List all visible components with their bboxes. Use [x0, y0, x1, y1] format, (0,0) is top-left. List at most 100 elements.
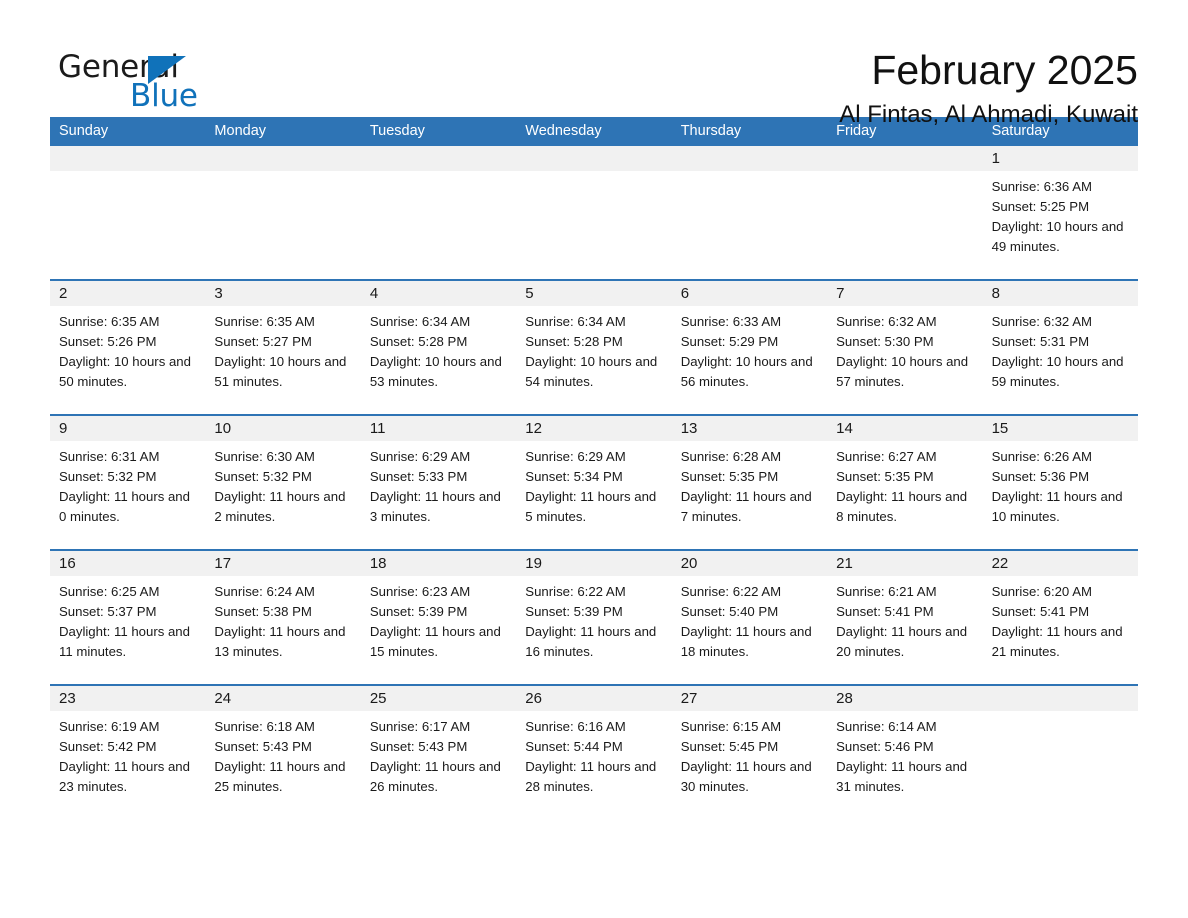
calendar-day-cell[interactable]: 5 Sunrise: 6:34 AM Sunset: 5:28 PM Daylight… [516, 281, 672, 414]
calendar-day-cell[interactable]: 6 Sunrise: 6:33 AM Sunset: 5:29 PM Daylight… [671, 281, 828, 414]
sunset-text: Sunset: 5:41 PM [836, 604, 934, 619]
sunrise-text: Sunrise: 6:15 AM [680, 719, 782, 734]
daylight-text: Daylight: 10 hours and 59 minutes. [991, 354, 1124, 389]
day-details: Sunrise: 6:16 AM Sunset: 5:44 PM Daylight:… [516, 711, 671, 797]
sunrise-text: Sunrise: 6:29 AM [369, 449, 471, 464]
day-details: Sunrise: 6:17 AM Sunset: 5:43 PM Daylight:… [361, 711, 516, 797]
sunrise-text: Sunrise: 6:32 AM [991, 314, 1092, 329]
daylight-text: Daylight: 11 hours and 3 minutes. [369, 489, 501, 524]
day-details: Sunrise: 6:23 AM Sunset: 5:39 PM Daylight:… [361, 576, 516, 662]
calendar-day-cell-empty [982, 686, 1138, 819]
day-number: 16 [50, 551, 206, 576]
daylight-text: Daylight: 11 hours and 20 minutes. [836, 624, 968, 659]
sunset-text: Sunset: 5:38 PM [214, 604, 312, 619]
calendar-day-cell[interactable]: 21 Sunrise: 6:21 AM Sunset: 5:41 PM Dayligh… [827, 551, 983, 684]
day-number [360, 146, 517, 171]
calendar-day-cell[interactable]: 26 Sunrise: 6:16 AM Sunset: 5:44 PM Dayligh… [516, 686, 672, 819]
day-number: 22 [982, 551, 1138, 576]
day-details: Sunrise: 6:29 AM Sunset: 5:33 PM Daylight:… [361, 441, 516, 527]
sunset-text: Sunset: 5:30 PM [836, 334, 934, 349]
sunset-text: Sunset: 5:40 PM [680, 604, 779, 619]
daylight-text: Daylight: 11 hours and 23 minutes. [59, 759, 190, 794]
daylight-text: Daylight: 11 hours and 10 minutes. [991, 489, 1123, 524]
sunset-text: Sunset: 5:26 PM [59, 334, 157, 349]
calendar-day-cell[interactable]: 15 Sunrise: 6:26 AM Sunset: 5:36 PM Dayligh… [982, 416, 1138, 549]
daylight-text: Daylight: 10 hours and 50 minutes. [59, 354, 191, 389]
daylight-text: Daylight: 11 hours and 15 minutes. [369, 624, 501, 659]
calendar-day-cell-empty [827, 146, 983, 279]
sunset-text: Sunset: 5:32 PM [59, 469, 157, 484]
calendar-day-cell[interactable]: 7 Sunrise: 6:32 AM Sunset: 5:30 PM Daylight… [827, 281, 983, 414]
calendar-day-cell[interactable]: 14 Sunrise: 6:27 AM Sunset: 5:35 PM Dayligh… [827, 416, 983, 549]
day-details: Sunrise: 6:18 AM Sunset: 5:43 PM Daylight:… [205, 711, 360, 797]
calendar-day-cell[interactable]: 25 Sunrise: 6:17 AM Sunset: 5:43 PM Dayligh… [360, 686, 517, 819]
calendar-day-cell[interactable]: 9 Sunrise: 6:31 AM Sunset: 5:32 PM Daylight… [50, 416, 206, 549]
weekday-header-thursday: Thursday [680, 123, 742, 139]
page-title: February 2025 [871, 47, 1138, 93]
daylight-text: Daylight: 11 hours and 5 minutes. [525, 489, 657, 524]
sunrise-text: Sunrise: 6:21 AM [836, 584, 937, 599]
sunset-text: Sunset: 5:44 PM [525, 739, 623, 754]
calendar-day-cell[interactable]: 1 Sunrise: 6:36 AM Sunset: 5:25 PM Daylight… [982, 146, 1138, 279]
calendar-day-cell[interactable]: 22 Sunrise: 6:20 AM Sunset: 5:41 PM Dayligh… [982, 551, 1138, 684]
calendar-day-cell[interactable]: 2 Sunrise: 6:35 AM Sunset: 5:26 PM Daylight… [50, 281, 206, 414]
day-details: Sunrise: 6:32 AM Sunset: 5:31 PM Daylight:… [983, 306, 1138, 392]
calendar-day-cell-empty [516, 146, 672, 279]
calendar-day-cell[interactable]: 13 Sunrise: 6:28 AM Sunset: 5:35 PM Dayligh… [671, 416, 828, 549]
calendar-day-cell[interactable]: 8 Sunrise: 6:32 AM Sunset: 5:31 PM Daylight… [982, 281, 1138, 414]
day-details: Sunrise: 6:32 AM Sunset: 5:30 PM Daylight:… [827, 306, 982, 392]
day-number: 3 [205, 281, 361, 306]
sunset-text: Sunset: 5:27 PM [214, 334, 312, 349]
daylight-text: Daylight: 10 hours and 51 minutes. [214, 354, 347, 389]
sunrise-text: Sunrise: 6:30 AM [214, 449, 315, 464]
day-number: 20 [671, 551, 828, 576]
sunrise-text: Sunrise: 6:36 AM [991, 179, 1092, 194]
day-number: 15 [982, 416, 1138, 441]
calendar-table: Sunday Monday Tuesday Wednesday Thursday… [50, 117, 1138, 819]
sunset-text: Sunset: 5:28 PM [369, 334, 468, 349]
calendar-day-cell[interactable]: 17 Sunrise: 6:24 AM Sunset: 5:38 PM Dayligh… [205, 551, 361, 684]
day-number: 23 [50, 686, 206, 711]
calendar-page: General Blue February 2025 Al Fintas, Al… [0, 0, 1188, 918]
sunrise-text: Sunrise: 6:35 AM [214, 314, 315, 329]
generalblue-logo: General Blue [50, 44, 250, 114]
daylight-text: Daylight: 11 hours and 8 minutes. [836, 489, 968, 524]
calendar-day-cell[interactable]: 10 Sunrise: 6:30 AM Sunset: 5:32 PM Dayligh… [205, 416, 361, 549]
day-details: Sunrise: 6:24 AM Sunset: 5:38 PM Daylight:… [205, 576, 360, 662]
calendar-day-cell[interactable]: 3 Sunrise: 6:35 AM Sunset: 5:27 PM Daylight… [205, 281, 361, 414]
calendar-day-cell[interactable]: 19 Sunrise: 6:22 AM Sunset: 5:39 PM Dayligh… [516, 551, 672, 684]
day-number: 8 [982, 281, 1138, 306]
calendar-day-cell[interactable]: 28 Sunrise: 6:14 AM Sunset: 5:46 PM Dayligh… [827, 686, 983, 819]
sunset-text: Sunset: 5:32 PM [214, 469, 312, 484]
day-number [50, 146, 206, 171]
sunrise-text: Sunrise: 6:26 AM [991, 449, 1092, 464]
day-details: Sunrise: 6:26 AM Sunset: 5:36 PM Daylight:… [983, 441, 1138, 527]
daylight-text: Daylight: 11 hours and 21 minutes. [991, 624, 1123, 659]
day-number [205, 146, 361, 171]
calendar-day-cell[interactable]: 11 Sunrise: 6:29 AM Sunset: 5:33 PM Dayligh… [360, 416, 517, 549]
sunrise-text: Sunrise: 6:34 AM [525, 314, 626, 329]
day-number: 28 [827, 686, 983, 711]
sunrise-text: Sunrise: 6:35 AM [59, 314, 160, 329]
calendar-day-cell[interactable]: 18 Sunrise: 6:23 AM Sunset: 5:39 PM Dayligh… [360, 551, 517, 684]
day-details: Sunrise: 6:14 AM Sunset: 5:46 PM Daylight:… [827, 711, 982, 797]
day-number: 5 [516, 281, 672, 306]
sunrise-text: Sunrise: 6:19 AM [59, 719, 160, 734]
calendar-day-cell[interactable]: 24 Sunrise: 6:18 AM Sunset: 5:43 PM Dayligh… [205, 686, 361, 819]
day-number: 2 [50, 281, 206, 306]
calendar-day-cell[interactable]: 4 Sunrise: 6:34 AM Sunset: 5:28 PM Daylight… [360, 281, 517, 414]
calendar-day-cell[interactable]: 23 Sunrise: 6:19 AM Sunset: 5:42 PM Dayligh… [50, 686, 206, 819]
day-details: Sunrise: 6:27 AM Sunset: 5:35 PM Daylight:… [827, 441, 982, 527]
calendar-day-cell[interactable]: 20 Sunrise: 6:22 AM Sunset: 5:40 PM Dayligh… [671, 551, 828, 684]
calendar-day-cell[interactable]: 27 Sunrise: 6:15 AM Sunset: 5:45 PM Dayligh… [671, 686, 828, 819]
weekday-header-wednesday: Wednesday [525, 123, 602, 139]
day-number: 27 [671, 686, 828, 711]
calendar-day-cell[interactable]: 12 Sunrise: 6:29 AM Sunset: 5:34 PM Dayligh… [516, 416, 672, 549]
sunset-text: Sunset: 5:28 PM [525, 334, 623, 349]
daylight-text: Daylight: 11 hours and 0 minutes. [59, 489, 190, 524]
calendar-day-cell-empty [50, 146, 206, 279]
calendar-day-cell-empty [360, 146, 517, 279]
calendar-day-cell[interactable]: 16 Sunrise: 6:25 AM Sunset: 5:37 PM Dayligh… [50, 551, 206, 684]
sunrise-text: Sunrise: 6:29 AM [525, 449, 626, 464]
daylight-text: Daylight: 11 hours and 26 minutes. [369, 759, 501, 794]
